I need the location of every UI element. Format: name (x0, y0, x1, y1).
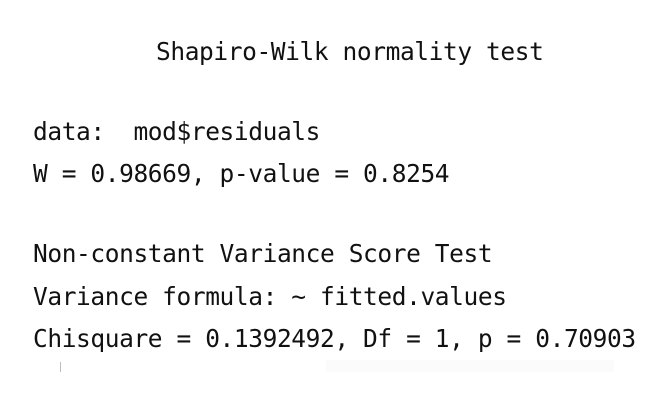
text-cursor (60, 362, 61, 372)
console-output: Shapiro-Wilk normality test data: mod$re… (0, 0, 670, 404)
chisquare-line: Chisquare = 0.1392492, Df = 1, p = 0.709… (33, 324, 636, 353)
variance-formula-line: Variance formula: ~ fitted.values (33, 282, 507, 311)
w-statistic-line: W = 0.98669, p-value = 0.8254 (33, 159, 450, 188)
shapiro-wilk-title: Shapiro-Wilk normality test (156, 37, 544, 66)
console-input-area[interactable] (326, 360, 614, 372)
data-line: data: mod$residuals (33, 117, 321, 146)
ncv-test-title: Non-constant Variance Score Test (33, 239, 493, 268)
